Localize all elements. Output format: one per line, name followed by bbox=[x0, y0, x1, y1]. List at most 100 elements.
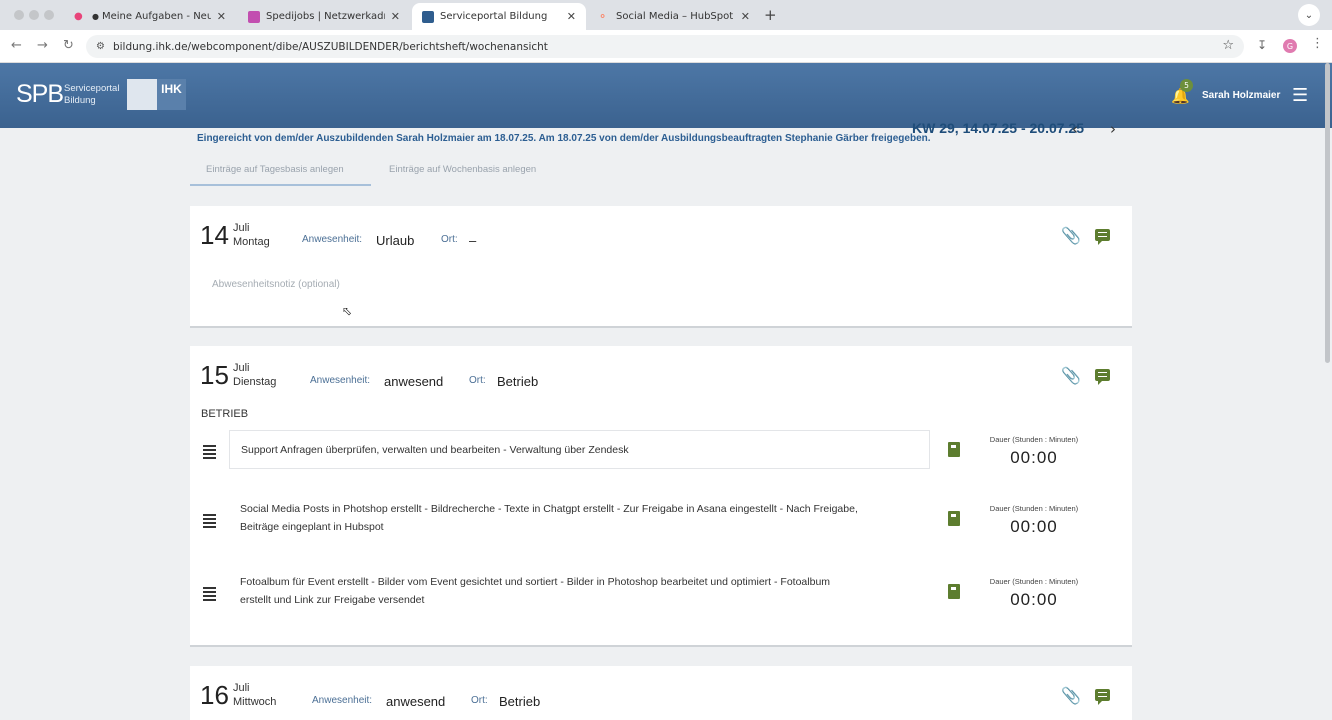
day-number: 14 bbox=[200, 220, 229, 250]
tab-label: Meine Aufgaben - Neuer Ja bbox=[101, 11, 211, 22]
week-label: KW 29, 14.07.25 - 20.07.25 bbox=[912, 120, 1084, 136]
section-heading: BETRIEB bbox=[201, 408, 249, 420]
duration-label: Dauer (Stunden : Minuten) bbox=[989, 577, 1079, 586]
url-text: bildung.ihk.de/webcomponent/dibe/AUSZUBI… bbox=[112, 40, 548, 53]
attendance-value[interactable]: anwesend bbox=[386, 694, 445, 709]
comment-icon[interactable] bbox=[1095, 369, 1110, 385]
window-maximize-button[interactable] bbox=[44, 10, 54, 20]
attachment-paperclip-icon[interactable]: 📎 bbox=[1061, 686, 1081, 705]
browser-tab-serviceportal[interactable]: Serviceportal Bildung ✕ bbox=[412, 3, 586, 30]
profile-avatar[interactable]: G bbox=[1283, 39, 1297, 53]
location-label: Ort: bbox=[441, 234, 458, 245]
portal-name: Serviceportal Bildung bbox=[64, 83, 119, 107]
day-card-wednesday: 16 Juli Mittwoch Anwesenheit: anwesend O… bbox=[190, 666, 1132, 720]
portal-name-line2: Bildung bbox=[64, 95, 96, 106]
attendance-value[interactable]: Urlaub bbox=[376, 233, 414, 248]
tab-search-chevron-icon[interactable]: ⌄ bbox=[1298, 4, 1320, 26]
active-tab-indicator bbox=[190, 184, 371, 186]
download-icon[interactable]: ↧ bbox=[1257, 38, 1267, 52]
duration-label: Dauer (Stunden : Minuten) bbox=[989, 504, 1079, 513]
month-label: Juli bbox=[233, 682, 250, 694]
spb-logo[interactable]: SPB bbox=[16, 80, 64, 109]
close-tab-icon[interactable]: ✕ bbox=[567, 10, 576, 23]
page-scrollbar[interactable] bbox=[1325, 63, 1330, 363]
attachment-paperclip-icon[interactable]: 📎 bbox=[1061, 226, 1081, 245]
weekday-label: Montag bbox=[233, 236, 270, 248]
drag-handle-icon[interactable] bbox=[203, 445, 216, 461]
attachment-paperclip-icon[interactable]: 📎 bbox=[1061, 366, 1081, 385]
spedijobs-favicon-icon bbox=[248, 10, 260, 23]
bookmark-star-icon[interactable]: ☆ bbox=[1222, 38, 1234, 53]
task-entry[interactable]: Fotoalbum für Event erstellt - Bilder vo… bbox=[229, 573, 930, 609]
portal-name-line1: Serviceportal bbox=[64, 83, 120, 94]
submission-status-text: Eingereicht von dem/der Auszubildenden S… bbox=[197, 133, 931, 144]
next-week-chevron-icon[interactable]: › bbox=[1110, 120, 1116, 138]
weekday-label: Mittwoch bbox=[233, 696, 277, 708]
hubspot-favicon-icon: ⚬ bbox=[598, 9, 608, 23]
tab-daily-entries[interactable]: Einträge auf Tagesbasis anlegen bbox=[206, 164, 344, 175]
tab-label: Social Media – HubSpot bbox=[616, 11, 734, 22]
browser-menu-kebab-icon[interactable]: ⋮ bbox=[1311, 36, 1324, 51]
previous-week-chevron-icon[interactable]: ‹ bbox=[1072, 120, 1078, 138]
location-value[interactable]: – bbox=[469, 233, 476, 248]
close-tab-icon[interactable]: ✕ bbox=[741, 10, 750, 23]
day-number: 15 bbox=[200, 360, 229, 390]
task-entry[interactable]: Social Media Posts in Photshop erstellt … bbox=[229, 500, 930, 536]
day-number: 16 bbox=[200, 680, 229, 710]
task-entry[interactable]: Support Anfragen überprüfen, verwalten u… bbox=[229, 430, 930, 469]
asana-favicon-icon: ● bbox=[74, 10, 83, 22]
close-tab-icon[interactable]: ✕ bbox=[217, 10, 226, 23]
browser-tab-asana[interactable]: ● ● Meine Aufgaben - Neuer Ja ✕ bbox=[64, 3, 236, 30]
close-tab-icon[interactable]: ✕ bbox=[391, 10, 400, 23]
comment-icon[interactable] bbox=[1095, 689, 1110, 705]
forward-arrow-icon[interactable]: → bbox=[37, 38, 48, 53]
task-text-line2: erstellt und Link zur Freigabe versendet bbox=[240, 594, 425, 606]
day-card-tuesday: 15 Juli Dienstag Anwesenheit: anwesend O… bbox=[190, 346, 1132, 647]
app-header: SPB Serviceportal Bildung IHK 🔔 5 Sarah … bbox=[0, 63, 1332, 128]
book-icon[interactable] bbox=[948, 511, 960, 526]
day-card-monday: 14 Juli Montag Anwesenheit: Urlaub Ort: … bbox=[190, 206, 1132, 328]
window-minimize-button[interactable] bbox=[29, 10, 39, 20]
duration-label: Dauer (Stunden : Minuten) bbox=[989, 435, 1079, 444]
task-text-line1: Social Media Posts in Photshop erstellt … bbox=[240, 503, 858, 515]
ihk-favicon-icon bbox=[422, 10, 434, 23]
duration-value[interactable]: 00:00 bbox=[974, 517, 1094, 537]
duration-value[interactable]: 00:00 bbox=[974, 448, 1094, 468]
duration-value[interactable]: 00:00 bbox=[974, 590, 1094, 610]
location-value[interactable]: Betrieb bbox=[497, 374, 538, 389]
task-text-line1: Fotoalbum für Event erstellt - Bilder vo… bbox=[240, 576, 831, 588]
browser-tab-bar: ● ● Meine Aufgaben - Neuer Ja ✕ Spedijob… bbox=[0, 0, 1332, 30]
location-label: Ort: bbox=[471, 695, 488, 706]
location-label: Ort: bbox=[469, 375, 486, 386]
month-label: Juli bbox=[233, 222, 250, 234]
attendance-label: Anwesenheit: bbox=[302, 234, 363, 245]
site-settings-icon[interactable]: ⚙ bbox=[96, 41, 105, 52]
tab-modified-dot: ● bbox=[92, 12, 99, 21]
attendance-value[interactable]: anwesend bbox=[384, 374, 443, 389]
mouse-cursor: ⬁ bbox=[342, 304, 353, 318]
browser-address-bar: ← → ↻ ⚙ bildung.ihk.de/webcomponent/dibe… bbox=[0, 30, 1332, 63]
attendance-label: Anwesenheit: bbox=[310, 375, 371, 386]
tab-label: Serviceportal Bildung bbox=[440, 11, 548, 22]
location-value[interactable]: Betrieb bbox=[499, 694, 540, 709]
task-text-line2: Beiträge eingeplant in Hubspot bbox=[240, 521, 384, 533]
month-label: Juli bbox=[233, 362, 250, 374]
drag-handle-icon[interactable] bbox=[203, 587, 216, 603]
back-arrow-icon[interactable]: ← bbox=[11, 38, 22, 53]
notification-badge: 5 bbox=[1180, 79, 1193, 92]
tab-weekly-entries[interactable]: Einträge auf Wochenbasis anlegen bbox=[389, 164, 536, 175]
book-icon[interactable] bbox=[948, 442, 960, 457]
weekday-label: Dienstag bbox=[233, 376, 277, 388]
absence-note-field[interactable]: Abwesenheitsnotiz (optional) bbox=[212, 279, 340, 290]
book-icon[interactable] bbox=[948, 584, 960, 599]
drag-handle-icon[interactable] bbox=[203, 514, 216, 530]
browser-tab-spedijobs[interactable]: Spedijobs | Netzwerkadminis ✕ bbox=[238, 3, 410, 30]
reload-icon[interactable]: ↻ bbox=[63, 38, 74, 53]
new-tab-plus-icon[interactable]: + bbox=[764, 6, 777, 24]
hamburger-menu-icon[interactable]: ☰ bbox=[1292, 85, 1308, 106]
browser-tab-hubspot[interactable]: ⚬ Social Media – HubSpot ✕ bbox=[588, 3, 760, 30]
comment-icon[interactable] bbox=[1095, 229, 1110, 245]
user-name[interactable]: Sarah Holzmaier bbox=[1202, 90, 1280, 101]
window-close-button[interactable] bbox=[14, 10, 24, 20]
url-field[interactable]: ⚙ bildung.ihk.de/webcomponent/dibe/AUSZU… bbox=[86, 35, 1244, 58]
